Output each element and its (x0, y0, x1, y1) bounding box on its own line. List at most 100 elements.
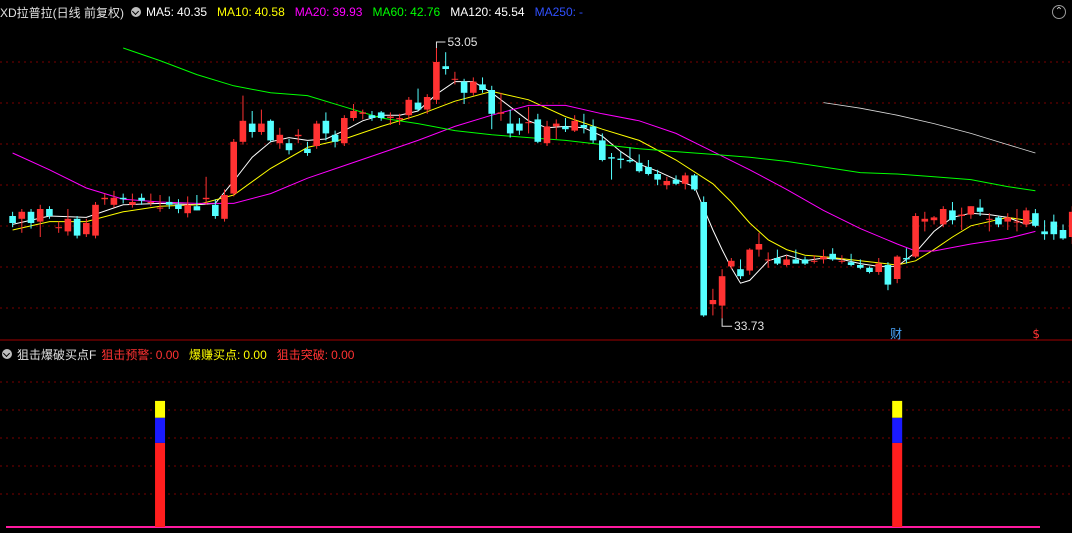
indicator-bar-1[interactable] (892, 442, 903, 527)
candle[interactable] (9, 211, 16, 228)
candle[interactable] (691, 174, 698, 191)
candle[interactable] (516, 118, 523, 135)
indicator-bar-2[interactable] (892, 417, 903, 443)
candle[interactable] (534, 113, 542, 144)
candle[interactable] (414, 88, 422, 111)
candle[interactable] (921, 211, 929, 232)
earnings-marker[interactable]: 财 (890, 327, 902, 341)
candle[interactable] (73, 216, 81, 239)
candle[interactable] (92, 202, 99, 239)
indicator-bar-3[interactable] (155, 400, 166, 418)
candle[interactable] (359, 109, 366, 120)
candle[interactable] (230, 139, 237, 197)
candle[interactable] (479, 77, 486, 93)
indicator-name[interactable]: 狙击爆破买点F (17, 346, 96, 363)
candle[interactable] (681, 172, 689, 190)
candle[interactable] (368, 111, 376, 121)
candle[interactable] (1041, 220, 1048, 240)
candle[interactable] (663, 176, 671, 190)
candle[interactable] (193, 195, 201, 211)
candle[interactable] (258, 109, 265, 135)
candle[interactable] (451, 71, 459, 85)
dividend-marker[interactable]: $ (1032, 327, 1040, 341)
candle[interactable] (737, 259, 744, 279)
candle[interactable] (18, 209, 26, 233)
candle[interactable] (525, 106, 532, 134)
stock-name[interactable]: XD拉普拉 (0, 4, 53, 21)
candle[interactable] (589, 119, 597, 144)
settings-circle-icon[interactable] (131, 7, 141, 17)
candle[interactable] (801, 256, 809, 265)
candle[interactable] (709, 288, 717, 316)
candle[interactable] (552, 119, 560, 139)
candle[interactable] (322, 112, 330, 141)
candle[interactable] (276, 127, 284, 149)
candle[interactable] (202, 176, 210, 205)
indicator-bar-2[interactable] (155, 417, 166, 443)
candle[interactable] (820, 249, 827, 264)
candle[interactable] (718, 269, 726, 319)
candle[interactable] (700, 196, 707, 317)
candle[interactable] (893, 255, 901, 284)
candle[interactable] (377, 111, 385, 121)
candle[interactable] (267, 119, 274, 142)
candle[interactable] (341, 115, 348, 146)
candle[interactable] (728, 258, 735, 270)
candle[interactable] (746, 248, 753, 275)
indicator-bar-1[interactable] (155, 442, 166, 527)
candle[interactable] (313, 120, 320, 149)
candle[interactable] (55, 221, 62, 233)
chart-canvas[interactable]: 53.05 33.73 财 $ (0, 0, 1072, 533)
candle[interactable] (626, 147, 634, 163)
candle[interactable] (506, 109, 514, 138)
candle[interactable] (497, 92, 505, 121)
candle[interactable] (764, 252, 772, 268)
candle[interactable] (488, 85, 495, 130)
candle[interactable] (875, 258, 882, 275)
candle[interactable] (1050, 214, 1058, 240)
candle[interactable] (405, 97, 413, 120)
candle[interactable] (939, 206, 947, 228)
candle[interactable] (175, 199, 182, 214)
candle[interactable] (101, 193, 108, 205)
candle[interactable] (212, 199, 219, 219)
indicator-bars[interactable] (6, 400, 1040, 528)
candle[interactable] (645, 160, 652, 176)
candle[interactable] (1059, 224, 1067, 240)
chevron-up-icon[interactable]: ⌃ (1052, 5, 1066, 19)
settings-circle-icon[interactable] (2, 349, 12, 359)
candle[interactable] (967, 206, 975, 219)
candle[interactable] (783, 255, 790, 267)
candle[interactable] (248, 111, 256, 138)
candle[interactable] (470, 77, 477, 96)
candle[interactable] (562, 118, 569, 132)
candle[interactable] (442, 52, 449, 75)
candle[interactable] (350, 104, 357, 121)
candle[interactable] (912, 213, 919, 258)
candle[interactable] (184, 196, 191, 218)
candle[interactable] (36, 204, 44, 237)
indicator-bar-3[interactable] (892, 400, 903, 418)
candle[interactable] (304, 141, 311, 156)
candle[interactable] (829, 248, 836, 261)
candle[interactable] (958, 207, 965, 230)
candle[interactable] (331, 130, 339, 148)
candle[interactable] (64, 209, 72, 236)
candle[interactable] (755, 232, 763, 257)
candle[interactable] (949, 202, 956, 225)
candle[interactable] (294, 129, 302, 144)
candle[interactable] (543, 120, 551, 146)
candle[interactable] (138, 193, 145, 205)
candle[interactable] (285, 139, 293, 155)
candle[interactable] (165, 196, 173, 209)
candle[interactable] (110, 190, 118, 208)
candle[interactable] (119, 193, 127, 204)
candle[interactable] (884, 262, 892, 291)
candle[interactable] (608, 153, 615, 180)
candle[interactable] (571, 115, 578, 132)
candle[interactable] (433, 48, 440, 104)
candle[interactable] (129, 193, 136, 208)
candle[interactable] (930, 216, 938, 225)
candle[interactable] (460, 78, 468, 104)
candle[interactable] (1004, 213, 1011, 230)
